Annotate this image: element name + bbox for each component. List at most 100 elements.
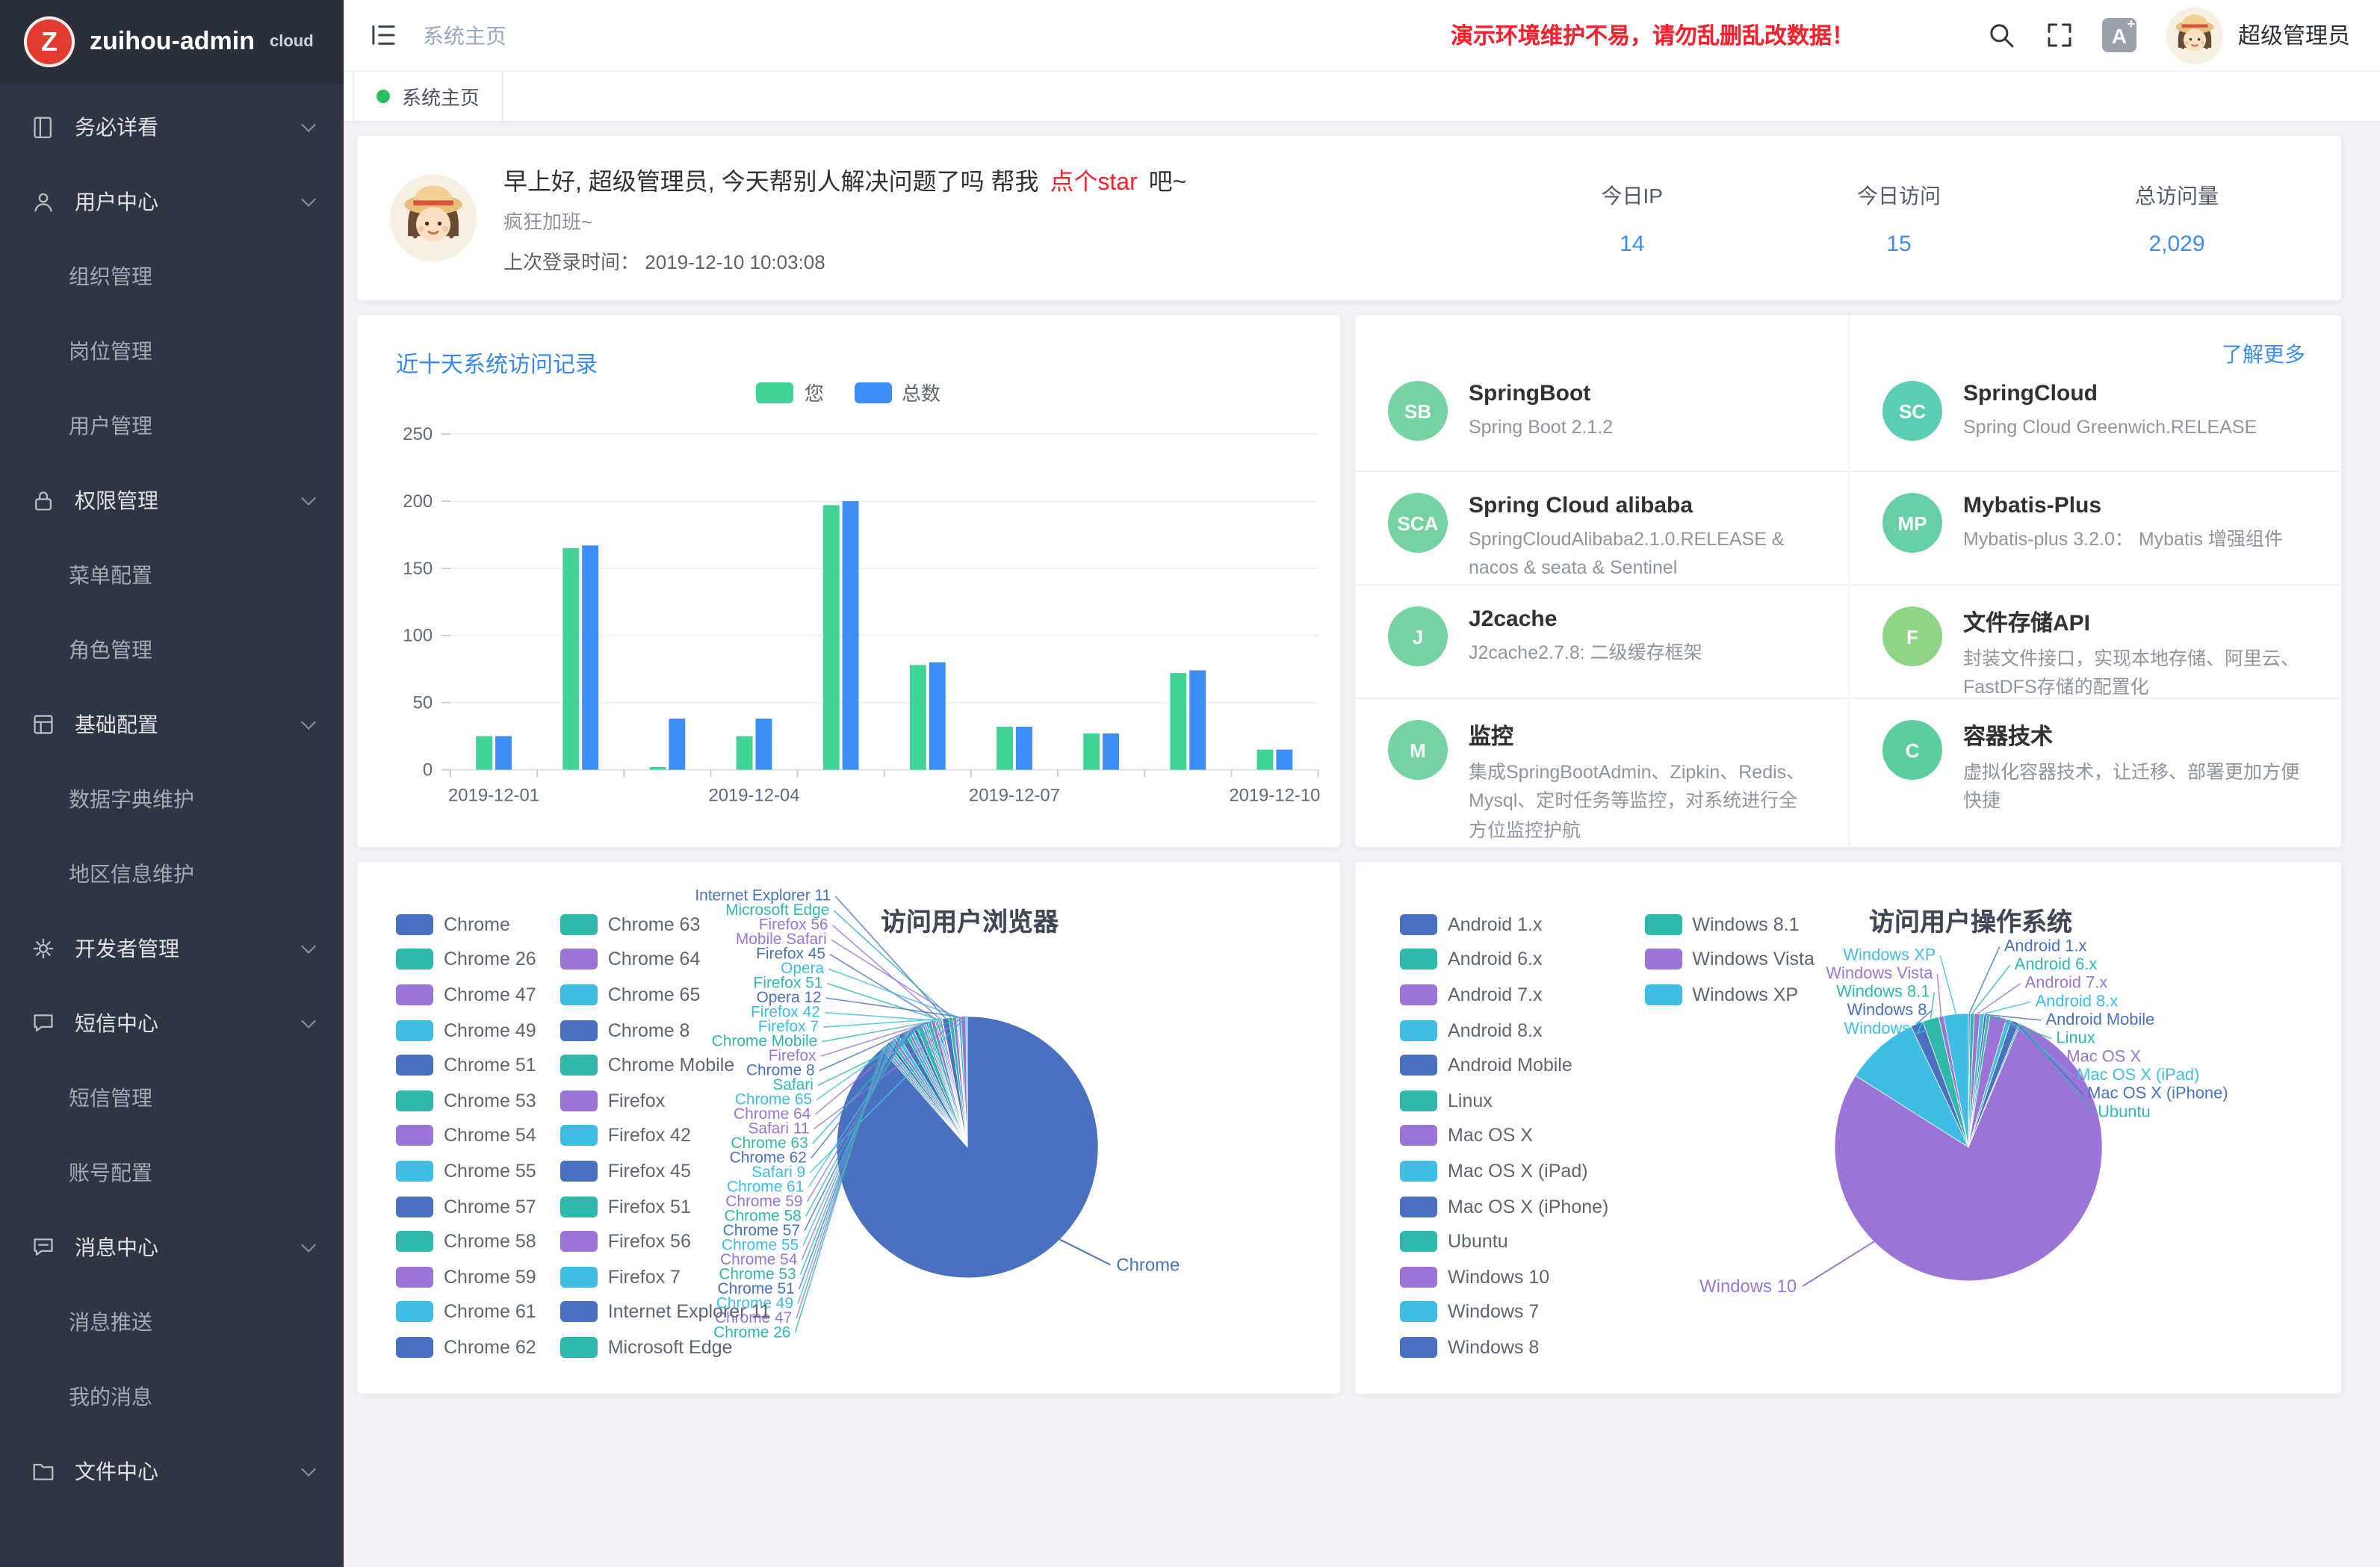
legend-item[interactable]: Firefox 51 bbox=[560, 1189, 771, 1224]
learn-more-link[interactable]: 了解更多 bbox=[2222, 339, 2305, 369]
legend-item[interactable]: Android 8.x bbox=[1400, 1013, 1608, 1048]
legend-item[interactable]: Ubuntu bbox=[1400, 1224, 1608, 1259]
legend-item[interactable]: Mac OS X bbox=[1400, 1118, 1608, 1153]
legend-item[interactable]: Linux bbox=[1400, 1083, 1608, 1118]
bar-您[interactable] bbox=[476, 736, 492, 770]
bar-总数[interactable] bbox=[669, 719, 685, 769]
legend-item[interactable]: Windows 8 bbox=[1400, 1329, 1608, 1365]
app-logo[interactable]: Z zuihou-admin cloud bbox=[0, 0, 344, 84]
user-avatar[interactable] bbox=[2166, 7, 2223, 63]
legend-item[interactable]: Android 7.x bbox=[1400, 977, 1608, 1012]
legend-item[interactable]: Android 1.x bbox=[1400, 907, 1608, 942]
sidebar-item-4[interactable]: 基础配置 bbox=[0, 687, 344, 762]
legend-item[interactable]: Windows 7 bbox=[1400, 1294, 1608, 1329]
font-size-icon[interactable]: A+ bbox=[2102, 18, 2136, 52]
bar-总数[interactable] bbox=[495, 736, 512, 770]
search-icon[interactable] bbox=[1986, 19, 2017, 51]
sidebar-subitem[interactable]: 地区信息维护 bbox=[0, 837, 344, 911]
bar-总数[interactable] bbox=[1189, 671, 1206, 770]
legend-item[interactable]: Mac OS X (iPhone) bbox=[1400, 1189, 1608, 1224]
bar-您[interactable] bbox=[649, 767, 666, 770]
tab-home[interactable]: 系统主页 bbox=[353, 72, 503, 121]
username[interactable]: 超级管理员 bbox=[2238, 19, 2350, 51]
sidebar-item-1[interactable]: 务必详看 bbox=[0, 90, 344, 164]
legend-item[interactable]: Chrome 63 bbox=[560, 907, 771, 942]
legend-item[interactable]: Firefox bbox=[560, 1083, 771, 1118]
sidebar-subitem[interactable]: 岗位管理 bbox=[0, 314, 344, 388]
legend-item[interactable]: Chrome 61 bbox=[396, 1294, 536, 1329]
legend-item[interactable]: Chrome 8 bbox=[560, 1013, 771, 1048]
legend-item[interactable]: Chrome 57 bbox=[396, 1189, 536, 1224]
greeting-prefix: 早上好, 超级管理员, 今天帮别人解决问题了吗 帮我 bbox=[503, 170, 1038, 196]
sidebar-subitem[interactable]: 短信管理 bbox=[0, 1061, 344, 1135]
sidebar-item-2[interactable]: 用户中心 bbox=[0, 164, 344, 239]
star-link[interactable]: 点个star bbox=[1050, 170, 1137, 196]
legend-item[interactable]: Internet Explorer 11 bbox=[560, 1294, 771, 1329]
fullscreen-icon[interactable] bbox=[2044, 19, 2075, 51]
bar-总数[interactable] bbox=[1276, 750, 1292, 770]
legend-item[interactable]: Firefox 7 bbox=[560, 1259, 771, 1294]
sidebar-subitem[interactable]: 组织管理 bbox=[0, 239, 344, 314]
sidebar-subitem[interactable]: 消息推送 bbox=[0, 1285, 344, 1359]
collapse-menu-icon[interactable] bbox=[368, 19, 399, 51]
legend-item[interactable]: Chrome 53 bbox=[396, 1083, 536, 1118]
legend-item[interactable]: Android 6.x bbox=[1400, 942, 1608, 977]
legend-item[interactable]: Windows 8.1 bbox=[1644, 907, 1815, 942]
legend-item[interactable]: Chrome 58 bbox=[396, 1224, 536, 1259]
sidebar-item-8[interactable]: 文件中心 bbox=[0, 1434, 344, 1509]
legend-item[interactable]: Chrome 49 bbox=[396, 1013, 536, 1048]
sidebar-subitem[interactable]: 用户管理 bbox=[0, 388, 344, 463]
bar-总数[interactable] bbox=[1016, 727, 1032, 770]
bar-您[interactable] bbox=[997, 727, 1013, 770]
sidebar-subitem[interactable]: 我的消息 bbox=[0, 1359, 344, 1434]
legend-item[interactable]: Firefox 45 bbox=[560, 1153, 771, 1188]
legend-item[interactable]: Chrome 55 bbox=[396, 1153, 536, 1188]
sidebar-item-7[interactable]: 消息中心 bbox=[0, 1210, 344, 1285]
legend-item[interactable]: Chrome 54 bbox=[396, 1118, 536, 1153]
sidebar-subitem[interactable]: 数据字典维护 bbox=[0, 762, 344, 837]
sidebar-item-3[interactable]: 权限管理 bbox=[0, 463, 344, 538]
legend-item[interactable]: Firefox 42 bbox=[560, 1118, 771, 1153]
bar-总数[interactable] bbox=[843, 501, 859, 770]
legend-item[interactable]: 您 bbox=[757, 378, 824, 406]
legend-item[interactable]: Windows Vista bbox=[1644, 942, 1815, 977]
sidebar-item-6[interactable]: 短信中心 bbox=[0, 986, 344, 1061]
legend-label: Chrome 57 bbox=[444, 1196, 536, 1217]
bar-您[interactable] bbox=[1257, 750, 1274, 770]
bar-您[interactable] bbox=[737, 736, 753, 770]
legend-item[interactable]: Firefox 56 bbox=[560, 1224, 771, 1259]
bar-总数[interactable] bbox=[582, 545, 598, 769]
legend-item[interactable]: 总数 bbox=[854, 378, 940, 406]
legend-item[interactable]: Chrome 26 bbox=[396, 942, 536, 977]
bar-您[interactable] bbox=[910, 665, 926, 769]
legend-item[interactable]: Windows 10 bbox=[1400, 1259, 1608, 1294]
legend-item[interactable]: Chrome 65 bbox=[560, 977, 771, 1012]
legend-item[interactable]: Microsoft Edge bbox=[560, 1329, 771, 1365]
sidebar-subitem[interactable]: 菜单配置 bbox=[0, 538, 344, 612]
legend-item[interactable]: Chrome bbox=[396, 907, 536, 942]
legend-item[interactable]: Chrome 59 bbox=[396, 1259, 536, 1294]
legend-item[interactable]: Windows XP bbox=[1644, 977, 1815, 1012]
legend-label: Chrome 8 bbox=[608, 1020, 690, 1040]
legend-item[interactable]: Chrome 47 bbox=[396, 977, 536, 1012]
legend-swatch bbox=[396, 949, 433, 970]
bar-您[interactable] bbox=[823, 505, 840, 769]
sidebar-subitem[interactable]: 角色管理 bbox=[0, 612, 344, 687]
sidebar-subitem[interactable]: 账号配置 bbox=[0, 1135, 344, 1210]
legend-item[interactable]: Mac OS X (iPad) bbox=[1400, 1153, 1608, 1188]
legend-item[interactable]: Android Mobile bbox=[1400, 1048, 1608, 1083]
bar-总数[interactable] bbox=[1103, 733, 1119, 770]
bar-您[interactable] bbox=[1083, 733, 1100, 770]
legend-item[interactable]: Chrome 51 bbox=[396, 1048, 536, 1083]
sidebar-item-5[interactable]: 开发者管理 bbox=[0, 911, 344, 986]
legend-item[interactable]: Chrome Mobile bbox=[560, 1048, 771, 1083]
legend-item[interactable]: Chrome 62 bbox=[396, 1329, 536, 1365]
breadcrumb[interactable]: 系统主页 bbox=[423, 20, 506, 50]
legend-item[interactable]: Chrome 64 bbox=[560, 942, 771, 977]
bar-您[interactable] bbox=[563, 548, 579, 770]
welcome-card: 早上好, 超级管理员, 今天帮别人解决问题了吗 帮我 点个star 吧~ 疯狂加… bbox=[356, 134, 2343, 302]
bar-总数[interactable] bbox=[929, 663, 946, 770]
bar-您[interactable] bbox=[1170, 673, 1186, 769]
pie-callout-label: Windows 8.1 bbox=[1836, 982, 1930, 1001]
bar-总数[interactable] bbox=[755, 719, 772, 769]
